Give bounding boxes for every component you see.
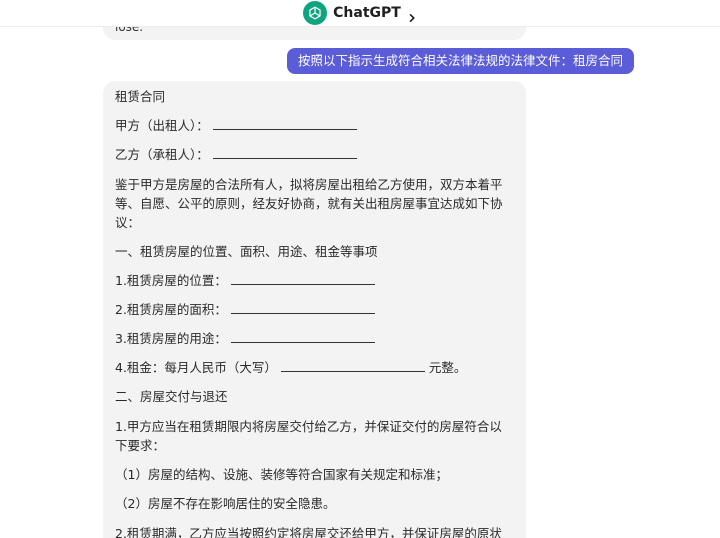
chevron-right-icon — [407, 8, 417, 22]
contract-preamble: 鉴于甲方是房屋的合法所有人，拟将房屋出租给乙方使用，双方本着平等、自愿、公平的原… — [115, 177, 503, 230]
section-2-title: 二、房屋交付与退还 — [115, 389, 228, 404]
header-title: ChatGPT — [333, 5, 401, 21]
party-a-line: 甲方（出租人）： — [115, 117, 514, 135]
delivery-item-1: 1.甲方应当在租赁期限内将房屋交付给乙方，并保证交付的房屋符合以下要求： — [115, 419, 502, 453]
item-location-label: 1.租赁房屋的位置： — [115, 273, 227, 288]
item-rent-line: 4.租金：每月人民币（大写） 元整。 — [115, 359, 514, 377]
model-switcher-button[interactable]: ChatGPT — [303, 1, 417, 25]
openai-logo-icon — [303, 1, 328, 25]
item-rent-blank — [280, 359, 425, 372]
party-b-blank — [212, 146, 357, 159]
item-area-label: 2.租赁房屋的面积： — [115, 302, 227, 317]
user-message-bubble: 按照以下指示生成符合相关法律法规的法律文件：租房合同 — [286, 48, 634, 74]
item-use-line: 3.租赁房屋的用途： — [115, 330, 514, 348]
party-a-blank — [212, 117, 357, 130]
assistant-reply-bubble: 租赁合同 甲方（出租人）： 乙方（承租人）： 鉴于甲方是房屋的合法所有人，拟将房… — [103, 81, 526, 538]
item-rent-suffix: 元整。 — [428, 360, 467, 375]
chat-page: lose. ChatGPT 按照以下指示生成符合相关法律法规的法律文件：租房合同… — [0, 0, 720, 538]
party-b-label: 乙方（承租人）： — [115, 147, 209, 162]
chat-header: ChatGPT — [0, 0, 720, 27]
item-location-blank — [230, 272, 375, 285]
section-1-title: 一、租赁房屋的位置、面积、用途、租金等事项 — [115, 244, 378, 259]
item-area-line: 2.租赁房屋的面积： — [115, 301, 514, 319]
item-area-blank — [230, 301, 375, 314]
item-location-line: 1.租赁房屋的位置： — [115, 272, 514, 290]
item-rent-prefix: 4.租金：每月人民币（大写） — [115, 360, 277, 375]
contract-title: 租赁合同 — [115, 89, 166, 104]
party-a-label: 甲方（出租人）： — [115, 118, 209, 133]
delivery-item-1a: （1）房屋的结构、设施、装修等符合国家有关规定和标准； — [115, 467, 448, 482]
delivery-item-2: 2.租赁期满，乙方应当按照约定将房屋交还给甲方，并保证房屋的原状返还。 — [115, 526, 502, 538]
item-use-label: 3.租赁房屋的用途： — [115, 331, 227, 346]
party-b-line: 乙方（承租人）： — [115, 146, 514, 164]
item-use-blank — [230, 330, 375, 343]
delivery-item-1b: （2）房屋不存在影响居住的安全隐患。 — [115, 496, 336, 511]
